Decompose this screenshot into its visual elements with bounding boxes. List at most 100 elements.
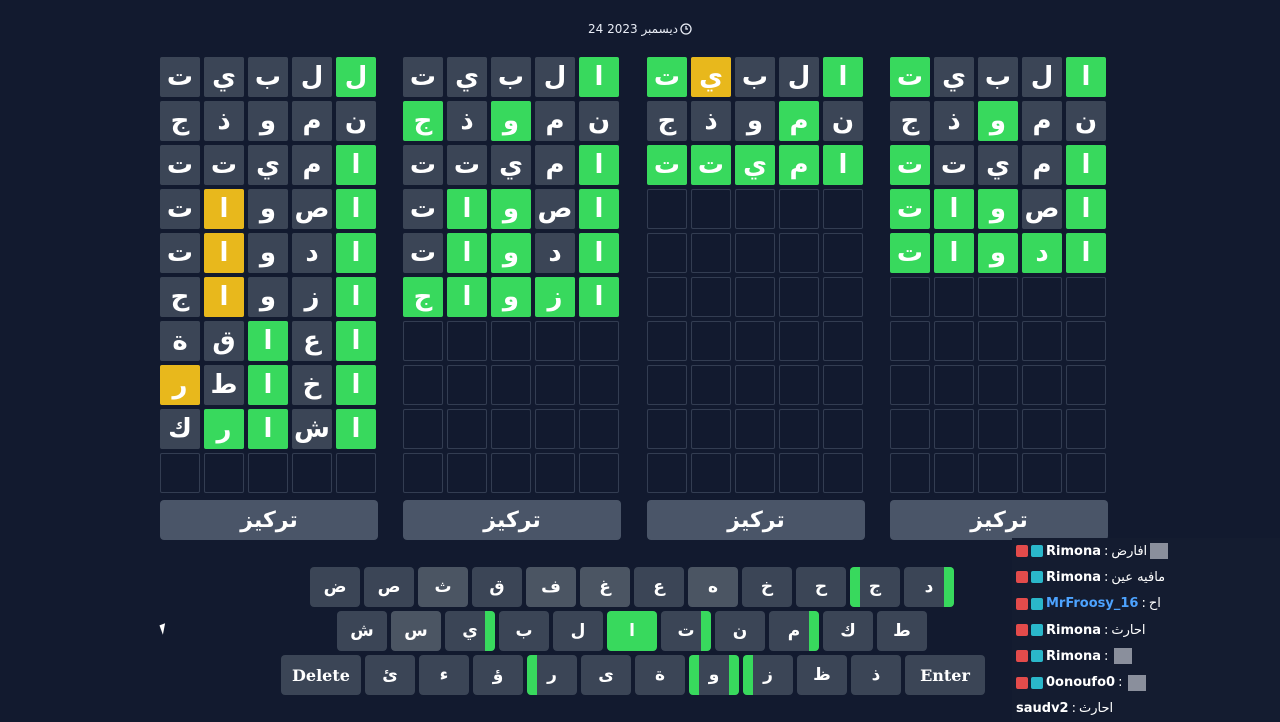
board-tile: ت [691, 145, 731, 185]
board-tile: ا [336, 233, 376, 273]
key-letter[interactable]: ض [310, 567, 360, 607]
board-tile: م [292, 101, 332, 141]
key-label: ا [629, 621, 635, 641]
chat-username[interactable]: Rimona [1046, 570, 1101, 585]
key-letter[interactable]: ج [850, 567, 900, 607]
board-tile: م [779, 101, 819, 141]
key-letter[interactable]: ر [527, 655, 577, 695]
key-letter[interactable]: ف [526, 567, 576, 607]
chat-username[interactable]: saudv2 [1016, 701, 1069, 716]
board-tile [735, 365, 775, 405]
key-label: ق [489, 577, 505, 597]
key-letter[interactable]: ث [418, 567, 468, 607]
board-tile: ج [647, 101, 687, 141]
board-tile: ا [447, 189, 487, 229]
board-tile: ا [823, 57, 863, 97]
key-letter[interactable]: ت [661, 611, 711, 651]
badge-icon [1016, 571, 1028, 584]
chat-username[interactable]: 0onoufo0 [1046, 675, 1115, 690]
board-tile [691, 409, 731, 449]
key-letter[interactable]: ل [553, 611, 603, 651]
key-letter[interactable]: س [391, 611, 441, 651]
key-letter[interactable]: ؤ [473, 655, 523, 695]
board-tile: ا [934, 233, 974, 273]
focus-button[interactable]: تركيز [647, 500, 865, 540]
board-tile [779, 365, 819, 405]
key-letter[interactable]: ن [715, 611, 765, 651]
key-letter[interactable]: ا [607, 611, 657, 651]
badge-icon [1016, 676, 1028, 689]
board-tile: ا [336, 365, 376, 405]
key-letter[interactable]: ي [445, 611, 495, 651]
board-tile [292, 453, 332, 493]
key-label: ش [350, 621, 374, 641]
chat-username[interactable]: Rimona [1046, 623, 1101, 638]
board-tile [491, 409, 531, 449]
board-tile: ر [160, 365, 200, 405]
keyboard-row-1: ضصث ق فغعهخحجد [310, 567, 954, 607]
key-letter[interactable]: ى [581, 655, 631, 695]
key-letter[interactable]: غ [580, 567, 630, 607]
board-tile [890, 321, 930, 361]
key-letter[interactable]: ح [796, 567, 846, 607]
board-tile: ا [579, 189, 619, 229]
key-letter[interactable]: ة [635, 655, 685, 695]
board-tile: و [491, 233, 531, 273]
board-grid: تيبلاجذومنتتيما [647, 57, 865, 493]
board-tile [779, 453, 819, 493]
key-letter[interactable]: ذ [851, 655, 901, 695]
chat-username[interactable]: Rimona [1046, 649, 1101, 664]
board-tile: ع [292, 321, 332, 361]
key-letter[interactable]: و [689, 655, 739, 695]
key-label: Enter [920, 665, 970, 685]
board-tile [1066, 409, 1106, 449]
key-letter[interactable]: ء [419, 655, 469, 695]
status-mark [485, 611, 495, 651]
board-tile [1066, 453, 1106, 493]
focus-button[interactable]: تركيز [160, 500, 378, 540]
key-letter[interactable]: ع [634, 567, 684, 607]
board-tile: و [978, 233, 1018, 273]
key-enter[interactable]: Enter [905, 655, 985, 695]
board-tile: ي [491, 145, 531, 185]
board-tile [823, 453, 863, 493]
board-grid: تيبلاجذومنتتيماتاوصاتاوداجاوزا [403, 57, 621, 493]
key-letter[interactable]: ز [743, 655, 793, 695]
key-letter[interactable]: م [769, 611, 819, 651]
key-letter[interactable]: د [904, 567, 954, 607]
board-tile [890, 277, 930, 317]
key-delete[interactable]: Delete [281, 655, 361, 695]
key-letter[interactable]: ق [472, 567, 522, 607]
key-letter[interactable]: خ [742, 567, 792, 607]
key-letter[interactable]: ب [499, 611, 549, 651]
key-letter[interactable]: ط [877, 611, 927, 651]
focus-button[interactable]: تركيز [890, 500, 1108, 540]
board-tile [735, 277, 775, 317]
key-letter[interactable]: ه [688, 567, 738, 607]
board-tile [579, 453, 619, 493]
board-tile [691, 233, 731, 273]
board-tile: ت [403, 57, 443, 97]
key-letter[interactable]: ظ [797, 655, 847, 695]
board-tile: ت [160, 189, 200, 229]
chat-username[interactable]: Rimona [1046, 544, 1101, 559]
focus-button[interactable]: تركيز [403, 500, 621, 540]
board-tile [735, 233, 775, 273]
key-letter[interactable]: ك [823, 611, 873, 651]
board-tile: ل [1022, 57, 1062, 97]
key-label: ن [732, 621, 748, 641]
board-tile [823, 321, 863, 361]
badge-icon [1016, 545, 1028, 558]
emote-icon [1128, 674, 1147, 691]
board-2: تيبلاجذومنتتيماتاوصاتاوداجاوزا تركيز [403, 57, 621, 540]
board-tile [647, 189, 687, 229]
board-tile [647, 233, 687, 273]
chat-username[interactable]: MrFroosy_16 [1046, 596, 1138, 611]
board-tile: و [978, 189, 1018, 229]
board-tile [1022, 277, 1062, 317]
key-letter[interactable]: ص [364, 567, 414, 607]
key-letter[interactable]: ش [337, 611, 387, 651]
chat-text: افارض [1111, 543, 1148, 559]
key-letter[interactable]: ئ [365, 655, 415, 695]
chat-message: Rimona: احارث [1012, 617, 1280, 643]
